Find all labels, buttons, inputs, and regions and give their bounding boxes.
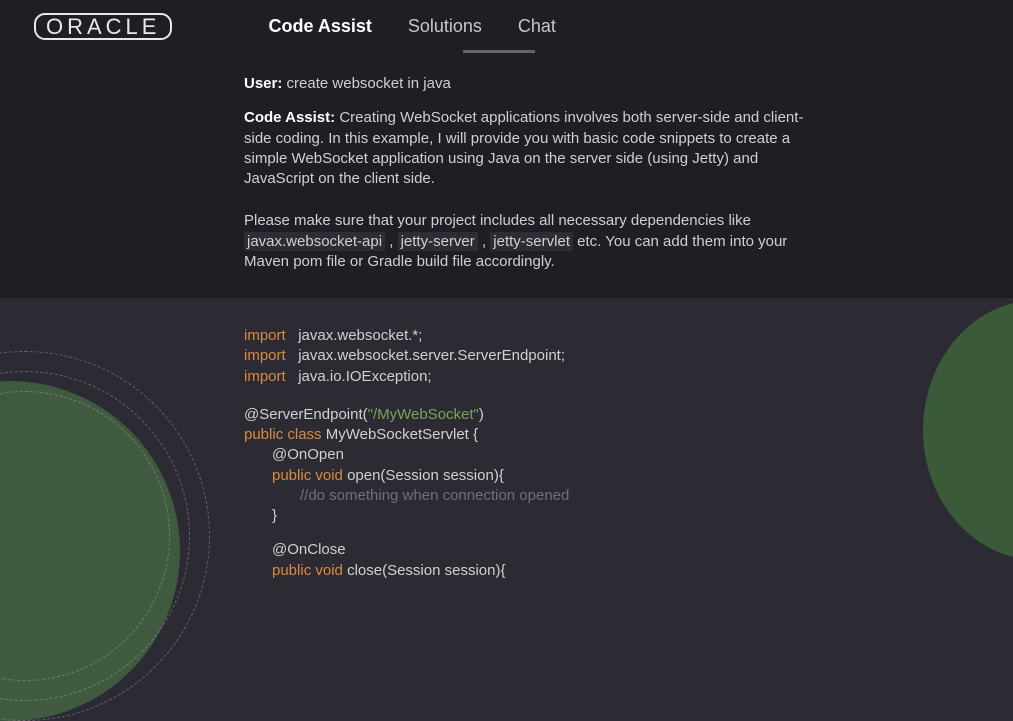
open-close-brace: } bbox=[244, 506, 1013, 526]
chat-panel: User: create websocket in java Code Assi… bbox=[0, 52, 1013, 298]
user-text: create websocket in java bbox=[287, 75, 451, 92]
kw-class: class bbox=[283, 426, 326, 443]
oracle-logo: ORACLE bbox=[34, 13, 172, 40]
kw-public-1: public bbox=[272, 467, 311, 484]
nav-underline bbox=[463, 50, 535, 53]
kw-import-3: import bbox=[244, 368, 286, 385]
nav-chat[interactable]: Chat bbox=[518, 4, 556, 49]
class-decl: MyWebSocketServlet { bbox=[326, 426, 478, 443]
kw-import-1: import bbox=[244, 327, 286, 344]
kw-void-2: void bbox=[311, 562, 347, 579]
close-sig: close(Session session){ bbox=[347, 562, 505, 579]
assist-text-2a: Please make sure that your project inclu… bbox=[244, 212, 751, 229]
main-nav: Code Assist Solutions Chat bbox=[268, 4, 555, 49]
assist-message-2: Please make sure that your project inclu… bbox=[244, 211, 804, 272]
anno-onclose: @OnClose bbox=[272, 541, 346, 558]
nav-code-assist[interactable]: Code Assist bbox=[268, 4, 371, 49]
top-header: ORACLE Code Assist Solutions Chat bbox=[0, 0, 1013, 52]
open-comment: //do something when connection opened bbox=[244, 486, 1013, 506]
import-2: javax.websocket.server.ServerEndpoint; bbox=[294, 347, 565, 364]
user-message: User: create websocket in java bbox=[244, 74, 804, 94]
import-3: java.io.IOException; bbox=[294, 368, 432, 385]
open-sig: open(Session session){ bbox=[347, 467, 504, 484]
code-block: import javax.websocket.*; import javax.w… bbox=[244, 326, 1013, 581]
dep-1: javax.websocket-api bbox=[244, 232, 385, 251]
kw-public-class: public bbox=[244, 426, 283, 443]
assist-label: Code Assist: bbox=[244, 109, 335, 126]
import-1: javax.websocket.*; bbox=[294, 327, 422, 344]
kw-public-2: public bbox=[272, 562, 311, 579]
anno-str: "/MyWebSocket" bbox=[368, 406, 479, 423]
kw-void-1: void bbox=[311, 467, 347, 484]
nav-solutions[interactable]: Solutions bbox=[408, 4, 482, 49]
decor-ring-3 bbox=[0, 351, 210, 721]
dep-3: jetty-servlet bbox=[490, 232, 573, 251]
dep-2: jetty-server bbox=[398, 232, 478, 251]
user-label: User: bbox=[244, 75, 282, 92]
assist-message: Code Assist: Creating WebSocket applicat… bbox=[244, 108, 804, 189]
anno-end: ) bbox=[479, 406, 484, 423]
kw-import-2: import bbox=[244, 347, 286, 364]
anno-onopen: @OnOpen bbox=[272, 446, 344, 463]
sep1: , bbox=[385, 233, 398, 250]
sep2: , bbox=[478, 233, 491, 250]
anno-server-endpoint: @ServerEndpoint( bbox=[244, 406, 368, 423]
